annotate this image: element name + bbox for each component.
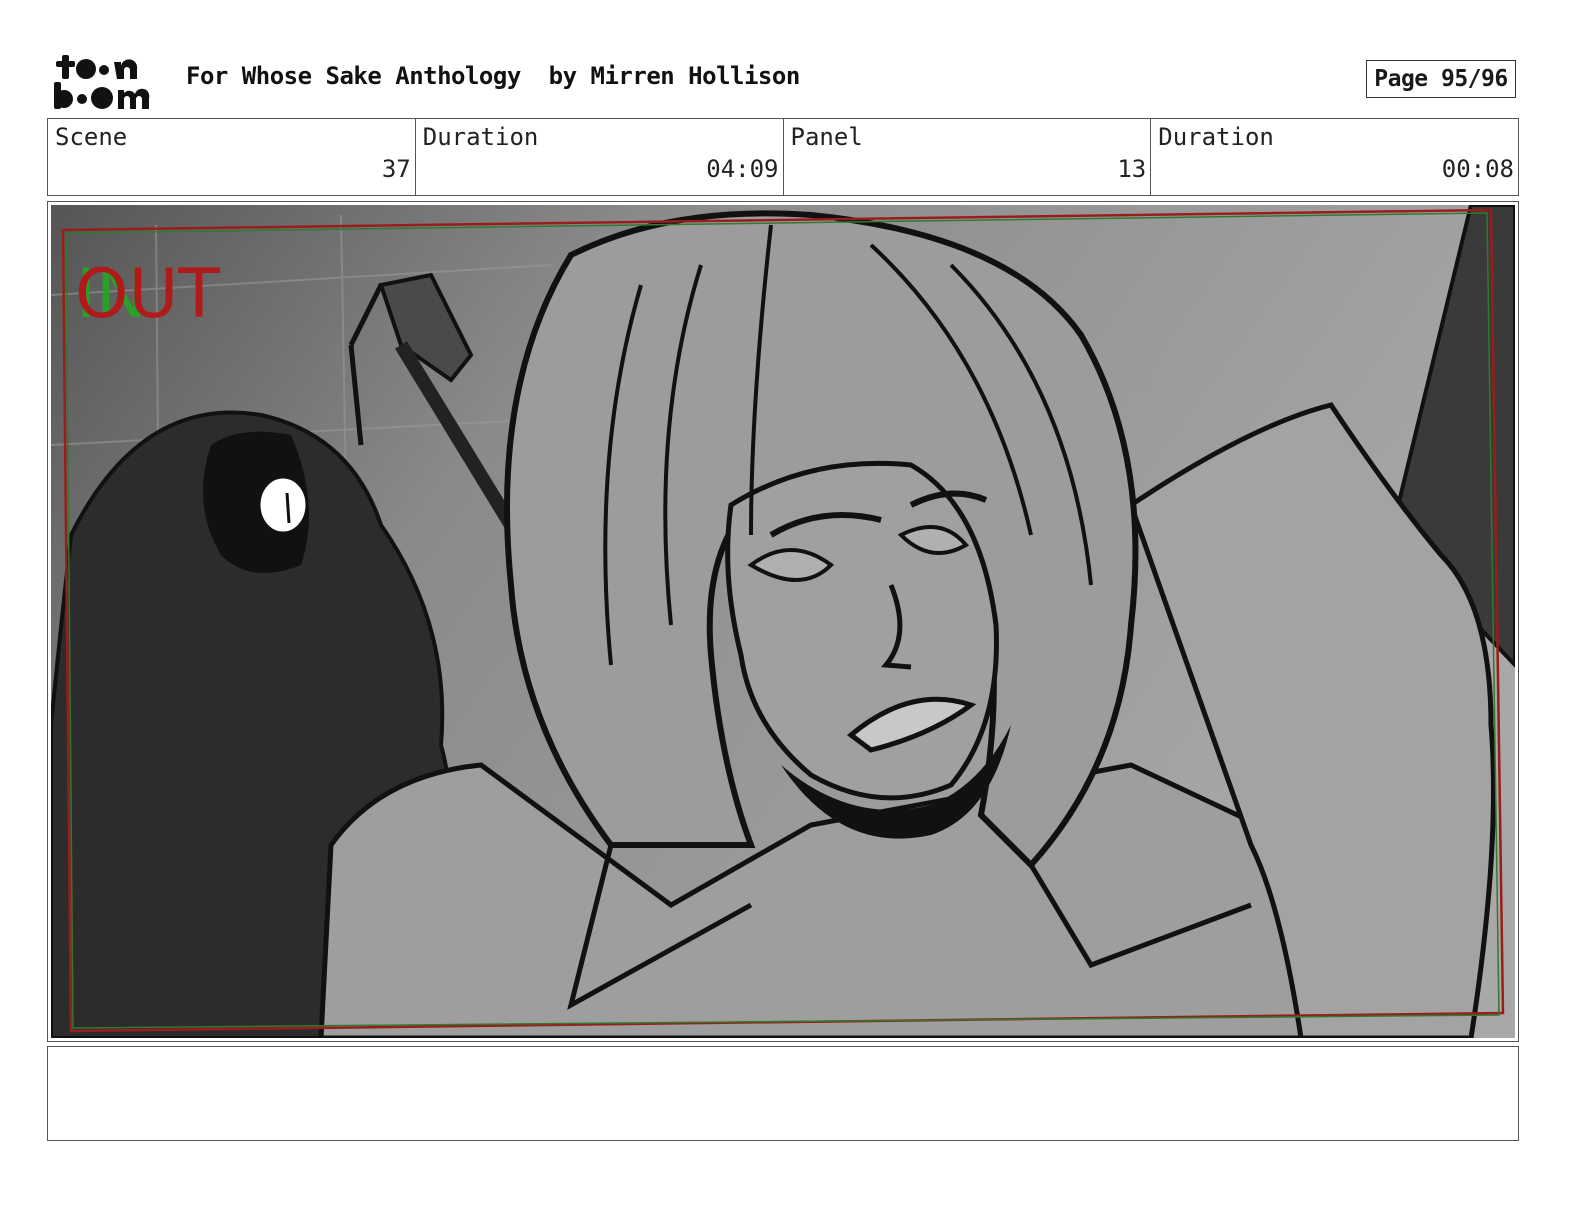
- storyboard-panel-drawing: IN OUT: [51, 205, 1515, 1038]
- scene-value: 37: [381, 155, 411, 183]
- panel-notes-box: [47, 1046, 1519, 1141]
- panel-value: 13: [1117, 155, 1147, 183]
- scene-label: Scene: [55, 123, 128, 151]
- panel-duration-value: 00:08: [1441, 155, 1514, 183]
- panel-label: Panel: [790, 123, 863, 151]
- sketch-illustration: IN OUT: [51, 205, 1515, 1038]
- document-title: For Whose Sake Anthology by Mirren Holli…: [186, 62, 800, 90]
- page-number-box: Page 95/96: [1366, 60, 1516, 98]
- toon-boom-logo-mark: [54, 55, 150, 109]
- scene-duration-label: Duration: [422, 123, 539, 151]
- scene-duration-cell: Duration 04:09: [416, 119, 784, 195]
- panel-duration-label: Duration: [1158, 123, 1274, 151]
- panel-duration-cell: Duration 00:08: [1151, 119, 1518, 195]
- toon-boom-logo: [52, 52, 164, 112]
- scene-cell: Scene 37: [48, 119, 416, 195]
- out-marker-text: OUT: [75, 255, 220, 334]
- panel-cell: Panel 13: [784, 119, 1152, 195]
- scene-duration-value: 04:09: [706, 155, 779, 183]
- scene-info-table: Scene 37 Duration 04:09 Panel 13 Duratio…: [47, 118, 1519, 196]
